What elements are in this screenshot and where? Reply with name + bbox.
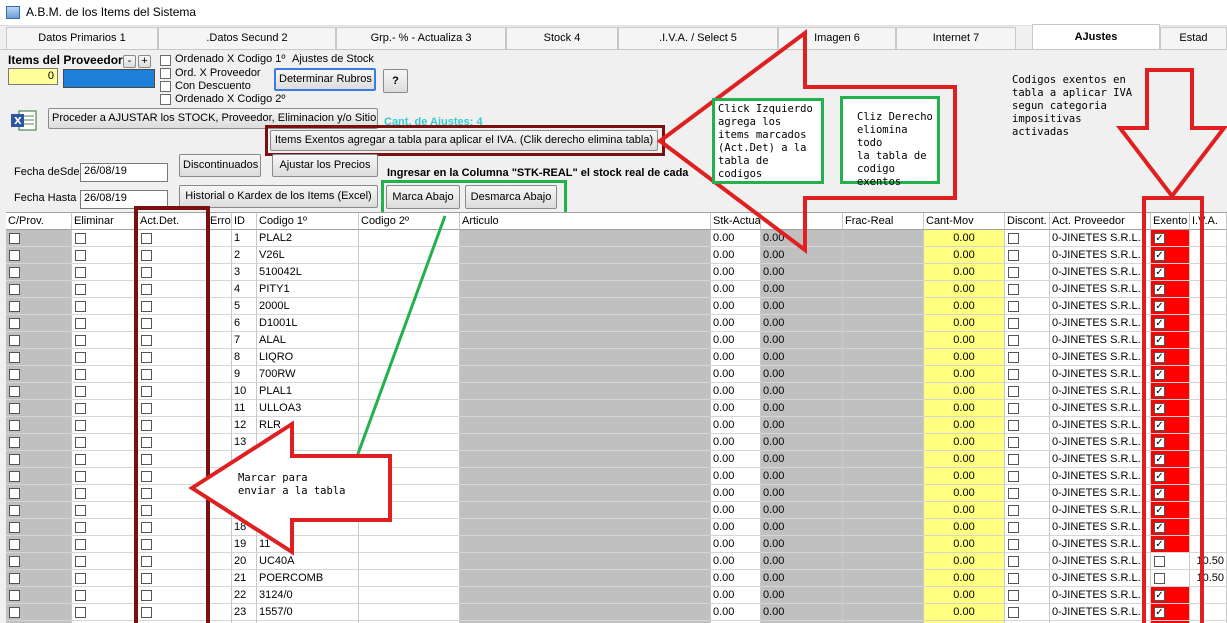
annotation-marcar-para: Marcar para enviar a la tabla bbox=[238, 472, 378, 504]
annotation-cliz-derecho: Cliz Derecho eliomina todo la tabla de c… bbox=[840, 96, 940, 188]
act-det-column-frame bbox=[134, 206, 210, 623]
annotation-codigos-exentos: Codigos exentos en tabla a aplicar IVA s… bbox=[1012, 74, 1133, 138]
exento-column-frame bbox=[1142, 196, 1204, 623]
annotation-click-izquierdo: Click Izquierdo agrega los items marcado… bbox=[712, 98, 824, 184]
green-connector-line bbox=[353, 215, 447, 463]
